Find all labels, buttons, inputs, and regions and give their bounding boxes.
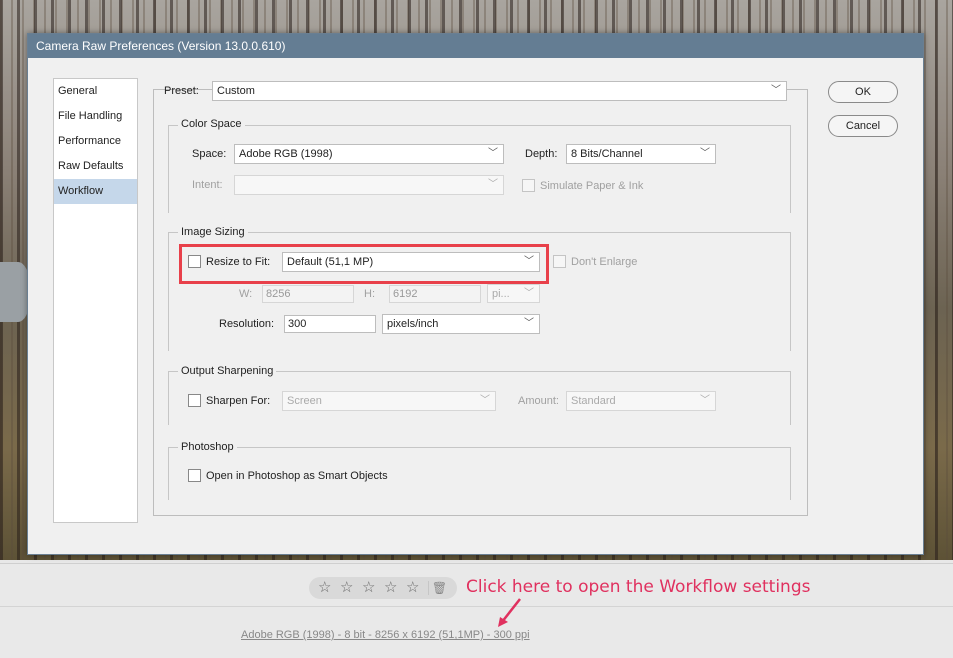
chevron-down-icon: ﹀	[700, 148, 710, 159]
dont-enlarge-checkbox[interactable]	[553, 255, 566, 268]
trash-icon[interactable]: 🗑	[428, 581, 450, 595]
sidebar-item-file-handling[interactable]: File Handling	[54, 104, 137, 129]
smart-objects-label: Open in Photoshop as Smart Objects	[206, 470, 388, 482]
preferences-dialog: Camera Raw Preferences (Version 13.0.0.6…	[27, 33, 924, 555]
sidebar-item-workflow[interactable]: Workflow	[54, 179, 137, 204]
space-value: Adobe RGB (1998)	[239, 148, 333, 160]
arrow-icon	[498, 598, 521, 627]
depth-value: 8 Bits/Channel	[571, 148, 643, 160]
intent-label: Intent:	[192, 179, 223, 191]
sharpen-for-select[interactable]: Screen ﹀	[282, 391, 496, 411]
color-space-title: Color Space	[178, 118, 245, 130]
sharpen-for-value: Screen	[287, 395, 322, 407]
preferences-sidebar: General File Handling Performance Raw De…	[53, 78, 138, 523]
workflow-options-link[interactable]: Adobe RGB (1998) - 8 bit - 8256 x 6192 (…	[241, 629, 530, 641]
sidebar-item-performance[interactable]: Performance	[54, 129, 137, 154]
background-rock	[0, 262, 30, 322]
resolution-unit-value: pixels/inch	[387, 318, 439, 330]
space-select[interactable]: Adobe RGB (1998) ﹀	[234, 144, 504, 164]
star-icon[interactable]: ☆	[362, 577, 384, 599]
simulate-paper-checkbox[interactable]	[522, 179, 535, 192]
chevron-down-icon: ﹀	[700, 395, 710, 406]
amount-value: Standard	[571, 395, 616, 407]
cancel-button[interactable]: Cancel	[828, 115, 898, 137]
sidebar-item-general[interactable]: General	[54, 79, 137, 104]
space-label: Space:	[192, 148, 227, 160]
preset-value: Custom	[217, 85, 255, 97]
resolution-unit-select[interactable]: pixels/inch ﹀	[382, 314, 540, 334]
chevron-down-icon: ﹀	[524, 318, 534, 329]
chevron-down-icon: ﹀	[480, 395, 490, 406]
resolution-input[interactable]: 300	[284, 315, 376, 333]
height-label: H:	[364, 288, 375, 300]
rating-stars: ☆ ☆ ☆ ☆ ☆ 🗑	[309, 577, 457, 599]
depth-select[interactable]: 8 Bits/Channel ﹀	[566, 144, 716, 164]
sidebar-item-raw-defaults[interactable]: Raw Defaults	[54, 154, 137, 179]
photoshop-title: Photoshop	[178, 441, 237, 453]
width-input[interactable]: 8256	[262, 285, 354, 303]
chevron-down-icon: ﹀	[488, 179, 498, 190]
size-unit-select[interactable]: pi... ﹀	[487, 284, 540, 303]
simulate-paper-label: Simulate Paper & Ink	[540, 180, 644, 192]
output-sharpening-title: Output Sharpening	[178, 365, 277, 377]
resize-to-fit-select[interactable]: Default (51,1 MP) ﹀	[282, 252, 540, 272]
bottom-divider	[0, 606, 953, 607]
resize-to-fit-checkbox[interactable]	[188, 255, 201, 268]
star-icon[interactable]: ☆	[340, 577, 362, 599]
depth-label: Depth:	[525, 148, 558, 160]
chevron-down-icon: ﹀	[524, 256, 534, 267]
star-icon[interactable]: ☆	[384, 577, 406, 599]
amount-label: Amount:	[518, 395, 559, 407]
dialog-title: Camera Raw Preferences (Version 13.0.0.6…	[28, 34, 923, 58]
chevron-down-icon: ﹀	[488, 148, 498, 159]
smart-objects-checkbox[interactable]	[188, 469, 201, 482]
chevron-down-icon: ﹀	[524, 288, 534, 299]
preset-select[interactable]: Custom ﹀	[212, 81, 787, 101]
image-sizing-title: Image Sizing	[178, 226, 248, 238]
height-input[interactable]: 6192	[389, 285, 481, 303]
star-icon[interactable]: ☆	[406, 577, 428, 599]
resolution-label: Resolution:	[219, 318, 275, 330]
width-label: W:	[239, 288, 253, 300]
callout-text: Click here to open the Workflow settings	[466, 577, 811, 597]
resize-to-fit-label: Resize to Fit:	[206, 256, 271, 268]
sharpen-for-label: Sharpen For:	[206, 395, 271, 407]
ok-button[interactable]: OK	[828, 81, 898, 103]
chevron-down-icon: ﹀	[771, 85, 781, 96]
intent-select[interactable]: ﹀	[234, 175, 504, 195]
sharpen-for-checkbox[interactable]	[188, 394, 201, 407]
resize-to-fit-value: Default (51,1 MP)	[287, 256, 374, 268]
color-space-group	[168, 125, 791, 213]
dont-enlarge-label: Don't Enlarge	[571, 256, 638, 268]
amount-select[interactable]: Standard ﹀	[566, 391, 716, 411]
size-unit-value: pi...	[492, 288, 510, 300]
preset-label: Preset:	[164, 85, 199, 97]
star-icon[interactable]: ☆	[318, 577, 340, 599]
